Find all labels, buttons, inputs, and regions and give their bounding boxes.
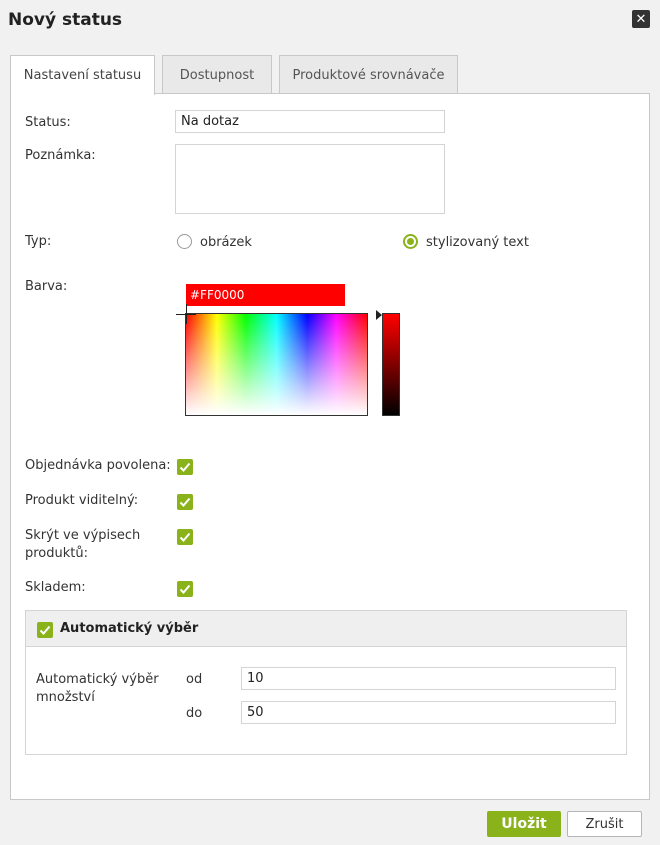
tab-status-settings[interactable]: Nastavení statusu <box>10 55 155 95</box>
type-radio-image[interactable] <box>177 234 192 249</box>
tab-label: Nastavení statusu <box>23 68 142 83</box>
in-stock-label: Skladem: <box>25 580 86 595</box>
close-icon: ✕ <box>635 11 647 27</box>
note-textarea[interactable] <box>175 144 445 214</box>
save-button[interactable]: Uložit <box>487 811 561 837</box>
auto-to-input[interactable] <box>241 701 616 724</box>
tab-product-comparators[interactable]: Produktové srovnávače <box>279 55 458 94</box>
dialog-title: Nový status <box>8 10 123 30</box>
color-hex-input[interactable]: #FF0000 <box>186 284 345 306</box>
tab-availability[interactable]: Dostupnost <box>162 55 272 94</box>
order-allowed-checkbox[interactable] <box>177 459 193 475</box>
type-radio-styled-text[interactable] <box>403 234 418 249</box>
check-icon <box>179 462 191 472</box>
cancel-button[interactable]: Zrušit <box>567 811 642 837</box>
in-stock-checkbox[interactable] <box>177 581 193 597</box>
product-visible-checkbox[interactable] <box>177 494 193 510</box>
hide-in-listings-label: Skrýt ve výpisech produktů: <box>25 528 141 561</box>
type-label: Typ: <box>25 234 52 249</box>
color-label: Barva: <box>25 279 68 294</box>
status-label: Status: <box>25 115 71 130</box>
tab-label: Dostupnost <box>179 67 255 83</box>
order-allowed-label: Objednávka povolena: <box>25 458 171 473</box>
auto-quantity-label: Automatický výběr množství <box>36 672 159 705</box>
note-label: Poznámka: <box>25 148 96 163</box>
check-icon <box>179 584 191 594</box>
color-saturation-field[interactable] <box>185 313 368 416</box>
dialog-title-bar: Nový status ✕ <box>0 0 660 42</box>
status-input[interactable] <box>175 110 445 133</box>
auto-to-label: do <box>186 706 203 721</box>
auto-selection-title: Automatický výběr <box>60 621 199 636</box>
check-icon <box>179 532 191 542</box>
color-picker-crosshair-v <box>186 304 187 324</box>
type-radio-image-label[interactable]: obrázek <box>200 234 252 252</box>
auto-selection-header: Automatický výběr <box>26 611 626 647</box>
hide-in-listings-checkbox[interactable] <box>177 529 193 545</box>
auto-selection-checkbox[interactable] <box>37 622 53 638</box>
tab-label: Produktové srovnávače <box>292 67 445 83</box>
auto-from-input[interactable] <box>241 667 616 690</box>
close-button[interactable]: ✕ <box>632 10 650 28</box>
check-icon <box>39 625 51 635</box>
color-brightness-slider[interactable] <box>382 313 400 416</box>
type-radio-styled-text-label[interactable]: stylizovaný text <box>426 234 529 252</box>
auto-selection-section: Automatický výběr Automatický výběr množ… <box>25 610 627 755</box>
auto-from-label: od <box>186 672 203 687</box>
check-icon <box>179 497 191 507</box>
product-visible-label: Produkt viditelný: <box>25 493 139 508</box>
